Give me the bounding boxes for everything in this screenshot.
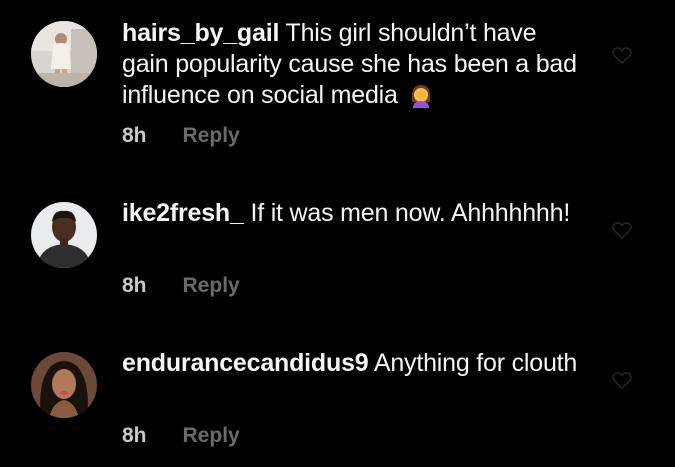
avatar[interactable] (31, 352, 97, 418)
comment-content: hairs_by_gail This girl shouldn’t have g… (122, 18, 582, 111)
comment-item: ike2fresh_ If it was men now. Ahhhhhhh! … (0, 160, 675, 310)
comment-text: If it was men now. Ahhhhhhh! (250, 199, 571, 227)
comment-content: ike2fresh_ If it was men now. Ahhhhhhh! (122, 198, 582, 229)
comment-meta: 8h Reply (122, 424, 240, 448)
woman-facepalming-emoji-icon (408, 82, 434, 108)
heart-outline-icon[interactable] (611, 219, 633, 241)
reply-button[interactable]: Reply (183, 124, 240, 147)
comment-content: endurancecandidus9 Anything for clouth (122, 348, 582, 379)
heart-outline-icon[interactable] (611, 44, 633, 66)
comment-item: endurancecandidus9 Anything for clouth 8… (0, 310, 675, 467)
comment-text: Anything for clouth (373, 349, 578, 377)
reply-button[interactable]: Reply (183, 274, 240, 297)
comment-time: 8h (122, 274, 147, 297)
comment-username[interactable]: ike2fresh_ (122, 199, 244, 227)
comment-item: hairs_by_gail This girl shouldn’t have g… (0, 0, 675, 160)
avatar[interactable] (31, 21, 97, 87)
avatar[interactable] (31, 202, 97, 268)
reply-button[interactable]: Reply (183, 424, 240, 447)
comment-time: 8h (122, 124, 147, 147)
comment-time: 8h (122, 424, 147, 447)
comment-username[interactable]: hairs_by_gail (122, 19, 279, 47)
heart-outline-icon[interactable] (611, 369, 633, 391)
comment-username[interactable]: endurancecandidus9 (122, 349, 369, 377)
comment-meta: 8h Reply (122, 124, 240, 148)
comment-meta: 8h Reply (122, 274, 240, 298)
